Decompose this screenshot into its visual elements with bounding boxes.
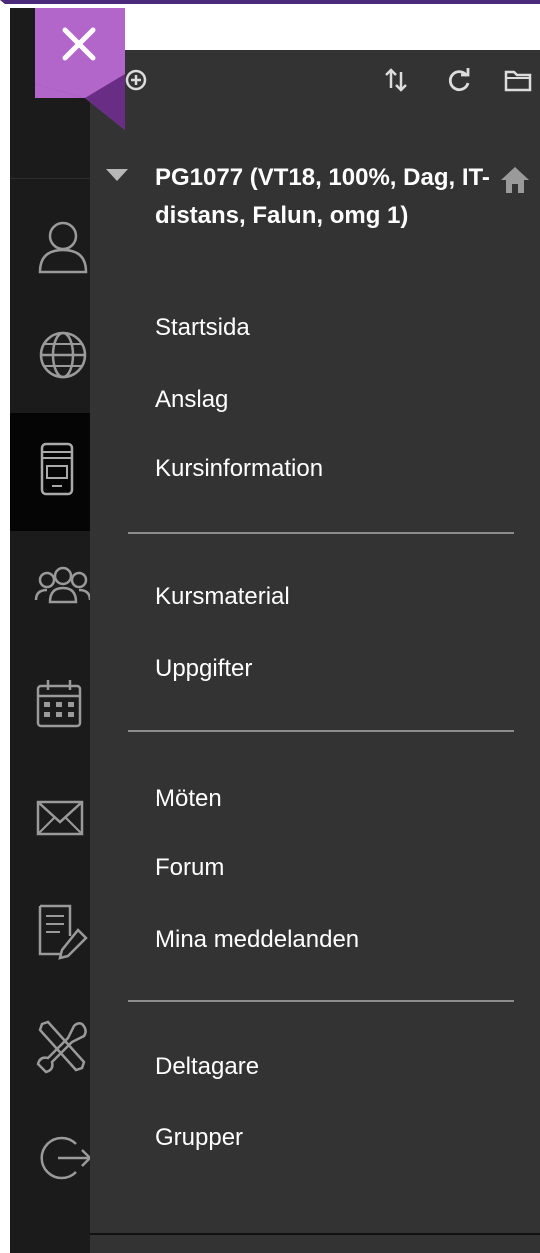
course-menu-panel: PG1077 (VT18, 100%, Dag, IT-distans, Fal… (90, 50, 540, 1253)
sort-icon[interactable] (380, 64, 412, 96)
menu-item-kursmaterial[interactable]: Kursmaterial (155, 581, 290, 613)
groups-icon[interactable] (32, 556, 94, 618)
menu-item-startsida[interactable]: Startsida (155, 312, 250, 344)
mail-icon[interactable] (32, 786, 94, 848)
calendar-icon[interactable] (32, 672, 94, 734)
rail-divider (10, 178, 90, 179)
folder-icon[interactable] (502, 64, 534, 96)
menu-item-grupper[interactable]: Grupper (155, 1122, 243, 1154)
menu-item-deltagare[interactable]: Deltagare (155, 1051, 259, 1083)
app-frame: PG1077 (VT18, 100%, Dag, IT-distans, Fal… (0, 0, 540, 1253)
icon-rail (10, 8, 92, 1253)
grades-icon[interactable] (32, 900, 94, 962)
tools-icon[interactable] (32, 1016, 94, 1078)
panel-bottom-border (90, 1233, 540, 1235)
menu-item-moten[interactable]: Möten (155, 783, 222, 815)
menu-divider (128, 1000, 514, 1002)
menu-divider (128, 532, 514, 534)
globe-icon[interactable] (32, 324, 94, 386)
chevron-down-icon[interactable] (106, 169, 128, 181)
top-bar (125, 8, 540, 50)
courses-icon[interactable] (32, 438, 94, 500)
course-title[interactable]: PG1077 (VT18, 100%, Dag, IT-distans, Fal… (155, 159, 495, 235)
close-menu-button[interactable] (35, 8, 125, 130)
menu-divider (128, 730, 514, 732)
menu-item-forum[interactable]: Forum (155, 852, 224, 884)
user-icon[interactable] (32, 216, 94, 278)
logout-icon[interactable] (32, 1126, 94, 1188)
home-icon[interactable] (498, 163, 532, 197)
menu-item-mina-meddelanden[interactable]: Mina meddelanden (155, 924, 359, 956)
menu-item-anslag[interactable]: Anslag (155, 384, 228, 416)
refresh-icon[interactable] (443, 64, 475, 96)
menu-item-uppgifter[interactable]: Uppgifter (155, 653, 252, 685)
menu-item-kursinformation[interactable]: Kursinformation (155, 453, 323, 485)
